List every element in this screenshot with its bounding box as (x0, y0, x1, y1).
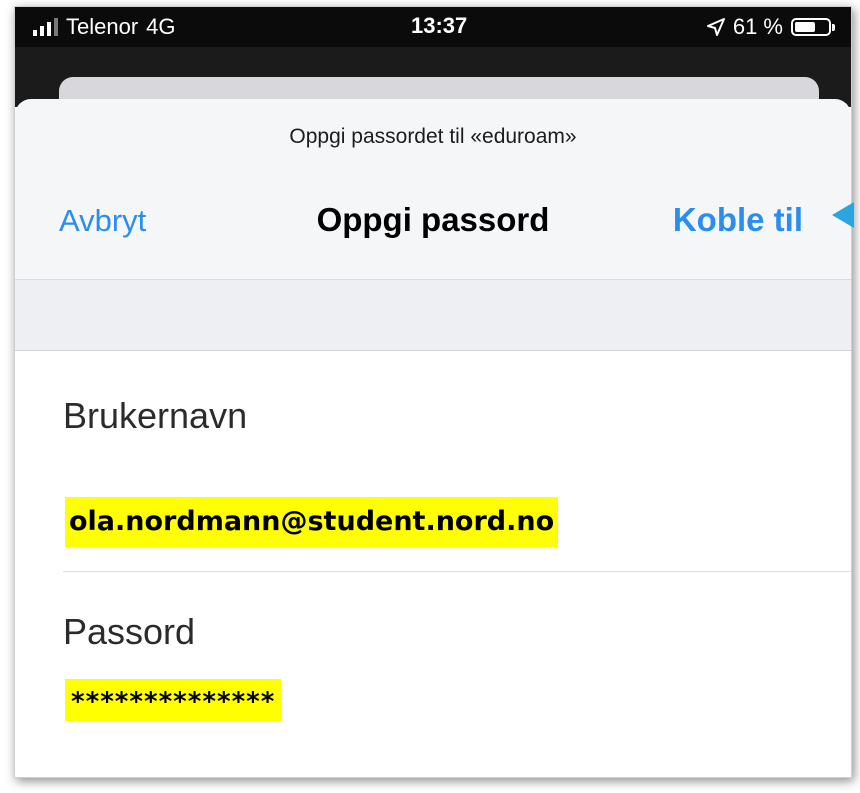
battery-percent: 61 % (732, 14, 783, 39)
section-spacer (15, 280, 851, 350)
battery-icon (791, 18, 835, 36)
password-field[interactable]: ************** (65, 679, 282, 721)
field-divider (63, 571, 851, 572)
location-arrow-icon (706, 18, 725, 36)
carrier-name: Telenor (66, 14, 139, 39)
battery-fill (795, 22, 815, 32)
status-left: Telenor 4G (33, 14, 176, 40)
username-field[interactable]: ola.nordmann@student.nord.no (65, 497, 559, 547)
password-label: Passord (63, 611, 196, 652)
connect-button[interactable]: Koble til (673, 201, 803, 239)
signal-icon (33, 18, 58, 36)
status-bar: Telenor 4G 13:37 61 % (15, 7, 851, 47)
phone-screen: Telenor 4G 13:37 61 % Oppgi passordet ti… (14, 6, 852, 778)
username-label: Brukernavn (63, 395, 248, 436)
network-type: 4G (146, 14, 176, 39)
annotation-arrow-icon (832, 202, 854, 228)
status-time: 13:37 (411, 13, 468, 38)
status-right: 61 % (706, 14, 835, 40)
dialog-subtitle: Oppgi passordet til «eduroam» (289, 125, 577, 148)
